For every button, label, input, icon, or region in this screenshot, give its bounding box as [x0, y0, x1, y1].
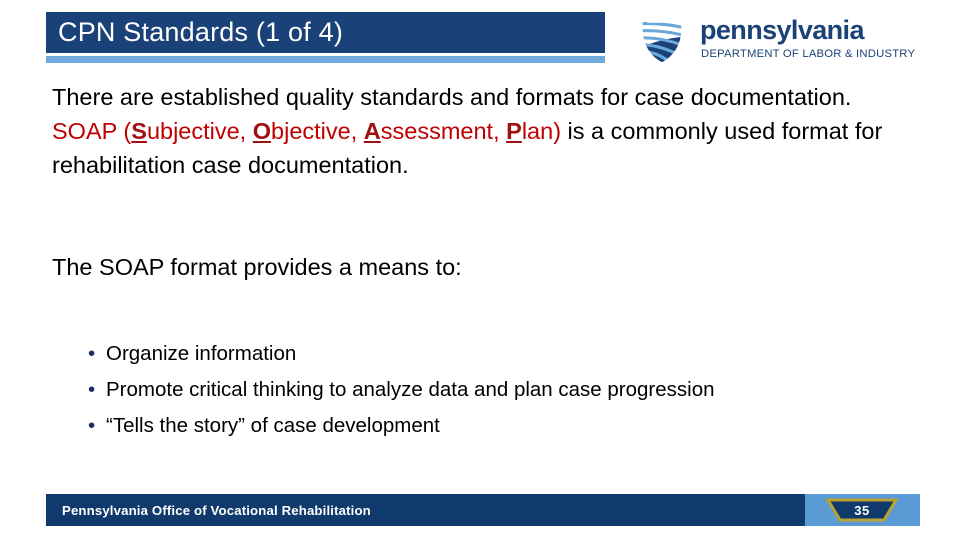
list-item: • “Tells the story” of case development: [88, 408, 928, 444]
bullet-dot-icon: •: [88, 342, 96, 365]
list-item: • Organize information: [88, 336, 928, 372]
soap-s-initial: S: [131, 118, 147, 144]
list-item-label: Organize information: [106, 342, 297, 365]
pennsylvania-labor-industry-logo: pennsylvania DEPARTMENT OF LABOR & INDUS…: [628, 13, 920, 67]
list-item-label: “Tells the story” of case development: [106, 414, 440, 437]
footer-bar: Pennsylvania Office of Vocational Rehabi…: [46, 494, 805, 526]
pennsylvania-keystone-icon: [628, 15, 696, 65]
slide-title-bar: CPN Standards (1 of 4): [46, 12, 605, 53]
soap-s-rest: ubjective,: [146, 118, 253, 144]
bullet-dot-icon: •: [88, 414, 96, 437]
page-title: CPN Standards (1 of 4): [58, 17, 344, 47]
soap-o-initial: O: [252, 118, 272, 144]
soap-a-initial: A: [363, 118, 381, 144]
page-number-badge: 35: [826, 498, 898, 522]
logo-name-text: pennsylvania: [700, 15, 864, 45]
intro-text-part1: There are established quality standards …: [52, 84, 852, 110]
title-underline-accent: [46, 56, 605, 63]
soap-open-paren: (: [116, 118, 132, 144]
list-item-label: Promote critical thinking to analyze dat…: [106, 378, 715, 401]
page-number-label: 35: [854, 502, 870, 518]
soap-acronym: SOAP: [52, 118, 117, 144]
soap-p-rest: lan): [521, 118, 562, 144]
bullet-dot-icon: •: [88, 378, 96, 401]
list-item: • Promote critical thinking to analyze da…: [88, 372, 928, 408]
soap-o-rest: bjective,: [271, 118, 364, 144]
soap-p-initial: P: [506, 118, 522, 144]
benefits-bullet-list: • Organize information • Promote critical …: [88, 336, 928, 444]
intro-paragraph: There are established quality standards …: [52, 80, 902, 182]
logo-subtitle-text: DEPARTMENT OF LABOR & INDUSTRY: [701, 48, 916, 60]
slide-body: There are established quality standards …: [52, 80, 912, 284]
means-heading: The SOAP format provides a means to:: [52, 254, 462, 280]
footer-organization-label: Pennsylvania Office of Vocational Rehabi…: [62, 502, 371, 518]
soap-a-rest: ssessment,: [380, 118, 507, 144]
logo-wordmark: pennsylvania DEPARTMENT OF LABOR & INDUS…: [700, 13, 920, 67]
